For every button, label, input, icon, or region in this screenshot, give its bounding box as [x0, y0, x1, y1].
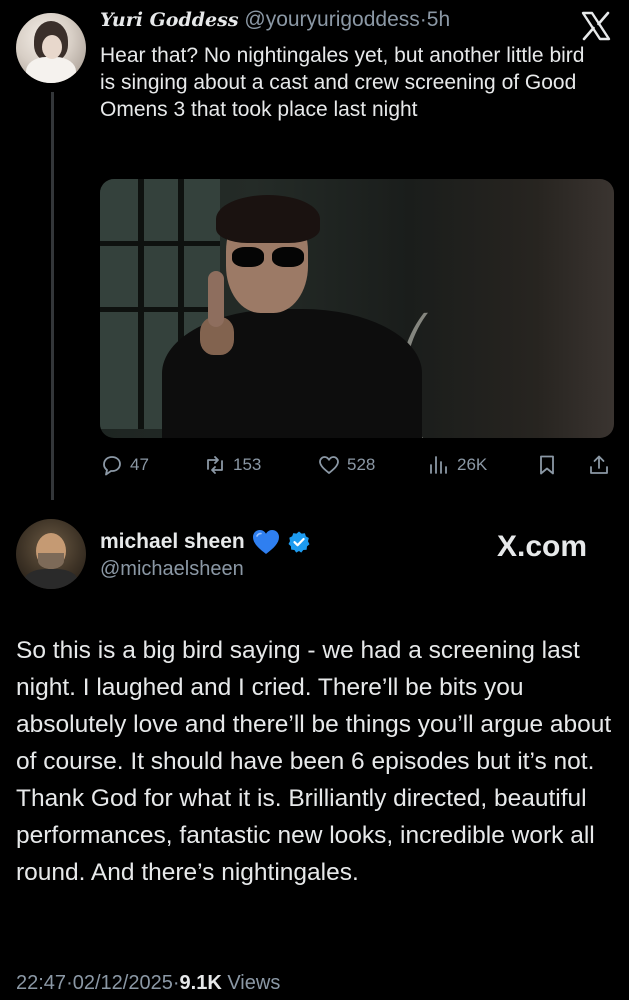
display-name[interactable]: Yuri Goddess: [100, 9, 239, 31]
views-count[interactable]: 9.1K: [180, 972, 222, 994]
x-logo-icon: [581, 11, 611, 41]
views-icon: [430, 456, 447, 474]
repost-icon: [207, 456, 223, 474]
separator: ·: [419, 8, 427, 31]
xcom-watermark: X.com: [497, 530, 588, 563]
tweet-text: So this is a big bird saying - we had a …: [16, 637, 612, 886]
reply-button[interactable]: 47: [100, 452, 149, 478]
like-button[interactable]: 528: [317, 452, 375, 478]
tweet-header: Yuri Goddess @youryurigoddess·5h: [100, 8, 450, 32]
separator: ·: [66, 972, 73, 994]
views-button[interactable]: 26K: [427, 452, 487, 478]
tweet-text: Hear that? No nightingales yet, but anot…: [100, 44, 585, 121]
repost-count: 153: [233, 455, 262, 474]
display-name[interactable]: michael sheen: [100, 530, 245, 554]
separator: ·: [172, 972, 180, 994]
views-label: Views: [227, 972, 281, 994]
thread-line: [51, 92, 54, 500]
avatar[interactable]: [16, 13, 86, 83]
repost-button[interactable]: 153: [203, 452, 261, 478]
verified-badge-icon[interactable]: [287, 530, 311, 554]
like-icon: [319, 456, 339, 474]
avatar[interactable]: [16, 519, 86, 589]
like-count: 528: [347, 455, 376, 474]
reply-icon: [103, 456, 121, 476]
display-name-row: michael sheen: [100, 528, 311, 556]
tweet-media-image[interactable]: [100, 179, 614, 438]
reply-count: 47: [130, 455, 149, 474]
timestamp[interactable]: 5h: [427, 8, 450, 31]
bookmark-icon: [540, 455, 554, 475]
handle[interactable]: @youryurigoddess: [244, 8, 419, 31]
handle[interactable]: @michaelsheen: [100, 558, 244, 581]
bookmark-button[interactable]: [535, 452, 559, 478]
views-count: 26K: [457, 455, 488, 474]
share-button[interactable]: [587, 452, 611, 478]
tweet-date[interactable]: 02/12/2025: [73, 972, 173, 994]
tweet-meta: 22:47·02/12/2025·9.1K Views: [16, 972, 280, 995]
share-icon: [590, 455, 608, 474]
tweet-time[interactable]: 22:47: [16, 972, 66, 994]
blue-heart-icon: [252, 530, 279, 554]
